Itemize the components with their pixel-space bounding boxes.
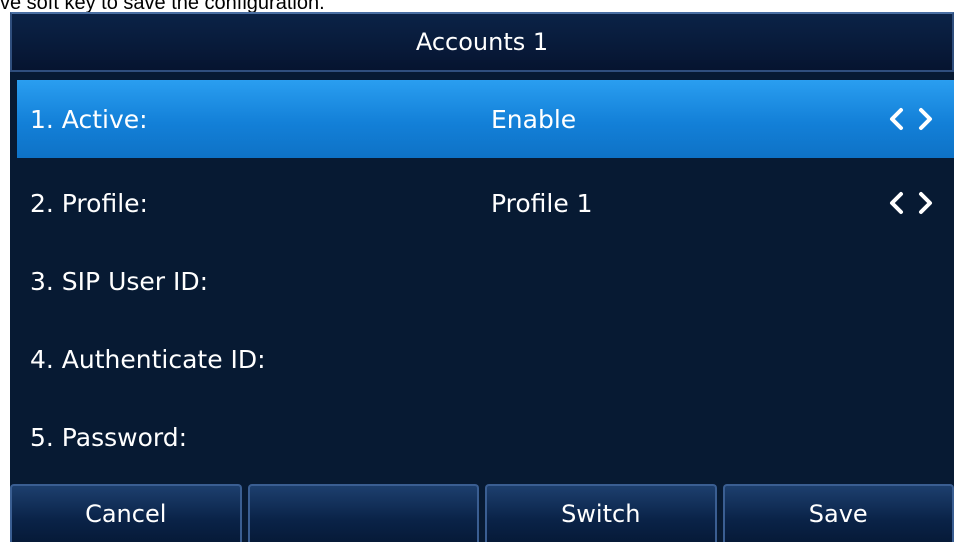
setting-row-password[interactable]: 5. Password: [10, 398, 954, 476]
screen-title-text: Accounts 1 [415, 28, 549, 56]
chevron-left-icon[interactable] [886, 106, 906, 132]
setting-label: 3. SIP User ID: [30, 266, 209, 296]
setting-label: 2. Profile: [30, 188, 148, 218]
setting-row-profile[interactable]: 2. Profile: Profile 1 [10, 164, 954, 242]
chevron-left-icon[interactable] [886, 190, 906, 216]
setting-value: Enable [491, 104, 577, 134]
setting-row-active[interactable]: 1. Active: Enable [17, 80, 954, 158]
setting-label: 5. Password: [30, 422, 187, 452]
value-switcher[interactable] [886, 106, 936, 132]
setting-value: Profile 1 [491, 188, 593, 218]
value-switcher[interactable] [886, 190, 936, 216]
setting-row-authenticate-id[interactable]: 4. Authenticate ID: [10, 320, 954, 398]
softkey-bar: Cancel Switch Save [10, 484, 954, 542]
screen-title: Accounts 1 [10, 12, 954, 72]
empty-softkey[interactable] [247, 484, 479, 542]
save-button[interactable]: Save [722, 484, 954, 542]
cancel-button[interactable]: Cancel [10, 484, 242, 542]
phone-screen: Accounts 1 1. Active: Enable 2. Profile:… [10, 12, 954, 542]
document-caption: ve soft key to save the configuration. [0, 0, 325, 12]
switch-button[interactable]: Switch [485, 484, 717, 542]
setting-label: 4. Authenticate ID: [30, 344, 266, 374]
setting-row-sip-user-id[interactable]: 3. SIP User ID: [10, 242, 954, 320]
chevron-right-icon[interactable] [916, 106, 936, 132]
setting-label: 1. Active: [30, 104, 148, 134]
chevron-right-icon[interactable] [916, 190, 936, 216]
